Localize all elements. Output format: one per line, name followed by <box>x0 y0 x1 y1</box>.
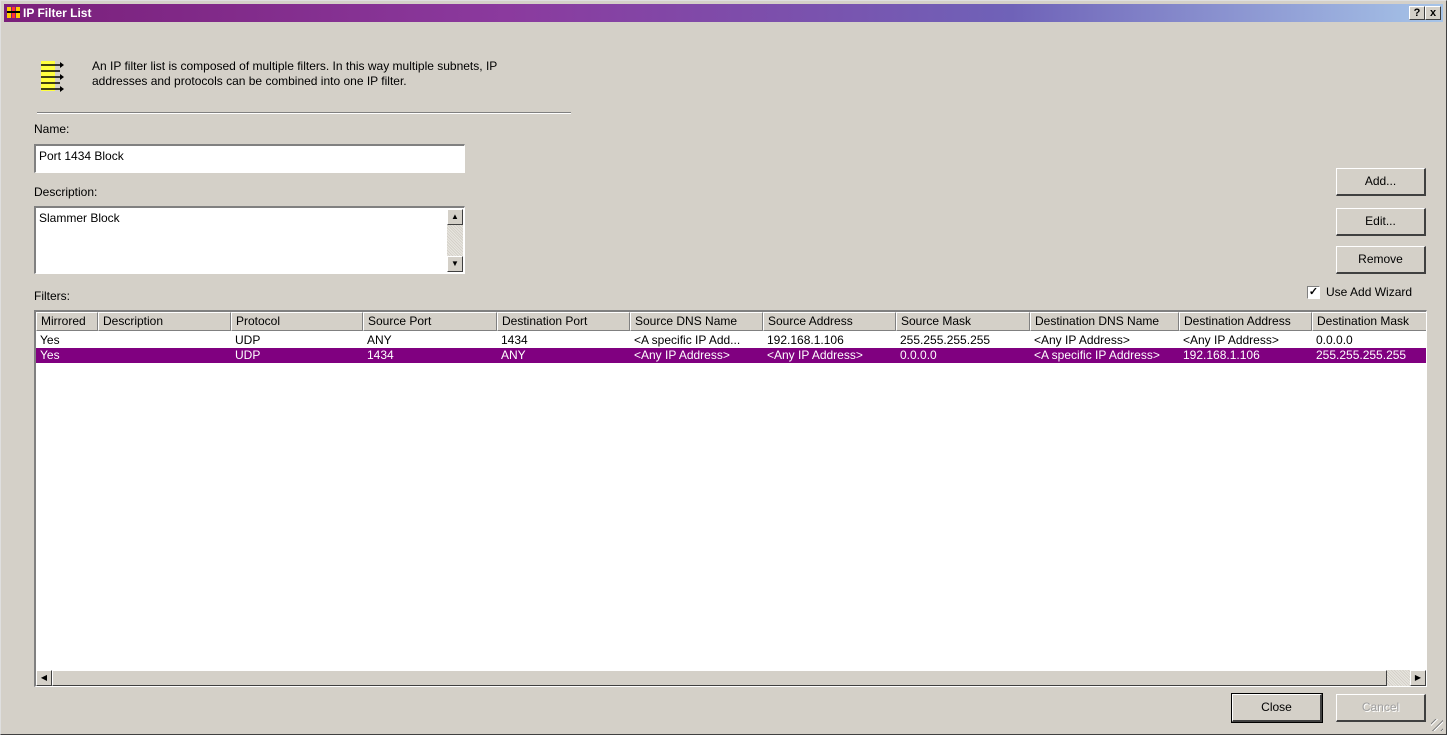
name-label: Name: <box>34 122 70 136</box>
cell-destination-dns-name: <Any IP Address> <box>1034 333 1130 347</box>
scroll-right-button[interactable]: ▶ <box>1410 670 1426 686</box>
column-header-description[interactable]: Description <box>98 312 231 331</box>
cell-source-mask: 0.0.0.0 <box>900 348 937 362</box>
cell-destination-port: ANY <box>501 348 526 362</box>
cell-protocol: UDP <box>235 348 261 362</box>
cell-source-port: 1434 <box>367 348 394 362</box>
description-label: Description: <box>34 185 98 199</box>
intro-line-1: An IP filter list is composed of multipl… <box>92 59 498 73</box>
table-row[interactable]: Yes UDP ANY 1434 <A specific IP Add... 1… <box>36 333 1426 348</box>
cell-source-address: 192.168.1.106 <box>767 333 844 347</box>
filters-horizontal-scrollbar[interactable]: ◀ ▶ <box>36 670 1426 686</box>
window-title: IP Filter List <box>23 6 92 20</box>
header-separator <box>37 112 571 114</box>
description-text: Slammer Block <box>39 211 120 225</box>
column-header-destination-dns-name[interactable]: Destination DNS Name <box>1030 312 1179 331</box>
column-header-source-mask[interactable]: Source Mask <box>896 312 1030 331</box>
column-header-source-address[interactable]: Source Address <box>763 312 896 331</box>
description-field[interactable]: Slammer Block ▲ ▼ <box>34 206 465 274</box>
cell-description <box>98 348 231 363</box>
cell-destination-dns-name: <A specific IP Address> <box>1034 348 1160 362</box>
filters-label: Filters: <box>34 289 70 303</box>
filters-list[interactable]: Mirrored Description Protocol Source Por… <box>34 310 1427 687</box>
scroll-down-button[interactable]: ▼ <box>447 256 463 272</box>
intro-line-2: addresses and protocols can be combined … <box>92 74 407 88</box>
close-button[interactable]: Close <box>1231 693 1323 723</box>
cell-mirrored: Yes <box>40 333 60 347</box>
filters-header: Mirrored Description Protocol Source Por… <box>36 312 1426 331</box>
resize-grip[interactable] <box>1431 719 1443 731</box>
column-header-protocol[interactable]: Protocol <box>231 312 363 331</box>
column-header-destination-port[interactable]: Destination Port <box>497 312 630 331</box>
column-header-source-port[interactable]: Source Port <box>363 312 497 331</box>
title-bar[interactable]: IP Filter List ? x <box>4 4 1443 22</box>
column-header-destination-address[interactable]: Destination Address <box>1179 312 1312 331</box>
cell-description <box>98 333 231 348</box>
cancel-button[interactable]: Cancel <box>1336 694 1426 722</box>
close-window-button[interactable]: x <box>1425 6 1441 20</box>
column-header-source-dns-name[interactable]: Source DNS Name <box>630 312 763 331</box>
use-add-wizard-label: Use Add Wizard <box>1326 285 1413 299</box>
cell-destination-mask: 0.0.0.0 <box>1316 333 1353 347</box>
filter-list-icon <box>41 61 64 92</box>
cell-destination-address: 192.168.1.106 <box>1183 348 1260 362</box>
intro-description: An IP filter list is composed of multipl… <box>92 59 532 89</box>
scroll-up-button[interactable]: ▲ <box>447 209 463 225</box>
scroll-thumb[interactable] <box>52 670 1387 686</box>
ip-filter-icon <box>7 7 20 18</box>
ip-filter-list-dialog: IP Filter List ? x An IP filter list is … <box>0 0 1447 735</box>
scroll-left-button[interactable]: ◀ <box>36 670 52 686</box>
cell-destination-address: <Any IP Address> <box>1183 333 1279 347</box>
use-add-wizard-checkbox[interactable]: ✓ <box>1307 286 1320 299</box>
help-button[interactable]: ? <box>1409 6 1425 20</box>
table-row-selected[interactable]: Yes UDP 1434 ANY <Any IP Address> <Any I… <box>36 348 1426 363</box>
name-field[interactable]: Port 1434 Block <box>34 144 465 173</box>
add-button[interactable]: Add... <box>1336 168 1426 196</box>
cell-source-dns-name: <A specific IP Add... <box>634 333 741 347</box>
remove-button[interactable]: Remove <box>1336 246 1426 274</box>
cell-destination-mask: 255.255.255.255 <box>1316 348 1407 362</box>
column-header-destination-mask[interactable]: Destination Mask <box>1312 312 1426 331</box>
column-header-mirrored[interactable]: Mirrored <box>36 312 98 331</box>
description-scrollbar[interactable]: ▲ ▼ <box>447 209 463 272</box>
cell-source-mask: 255.255.255.255 <box>900 333 991 347</box>
cell-source-port: ANY <box>367 333 392 347</box>
cell-source-dns-name: <Any IP Address> <box>634 348 730 362</box>
cell-source-address: <Any IP Address> <box>767 348 863 362</box>
edit-button[interactable]: Edit... <box>1336 208 1426 236</box>
cell-destination-port: 1434 <box>501 333 528 347</box>
cell-protocol: UDP <box>235 333 261 347</box>
cell-mirrored: Yes <box>40 348 60 362</box>
